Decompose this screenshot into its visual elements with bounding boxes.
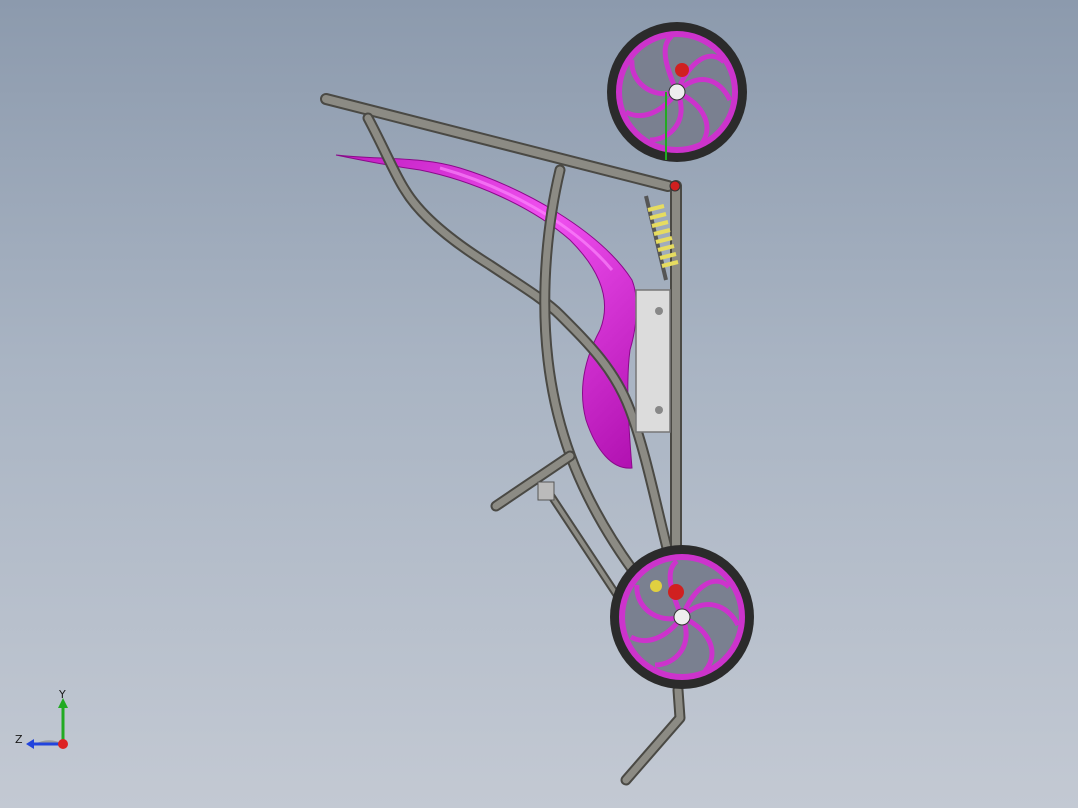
bottom-wheel[interactable]: [610, 545, 754, 689]
y-axis-label: Y: [58, 688, 66, 701]
x-axis-dot-icon: [58, 739, 68, 749]
orientation-triad[interactable]: Y Z: [10, 686, 80, 756]
mount-plate[interactable]: [635, 289, 671, 433]
cad-model-scene[interactable]: [0, 0, 1078, 808]
graphics-viewport[interactable]: Y Z: [0, 0, 1078, 808]
top-wheel[interactable]: [607, 22, 747, 162]
z-axis-arrow-icon: [26, 739, 34, 749]
body-panel[interactable]: [335, 154, 637, 469]
z-axis-label: Z: [15, 733, 23, 746]
